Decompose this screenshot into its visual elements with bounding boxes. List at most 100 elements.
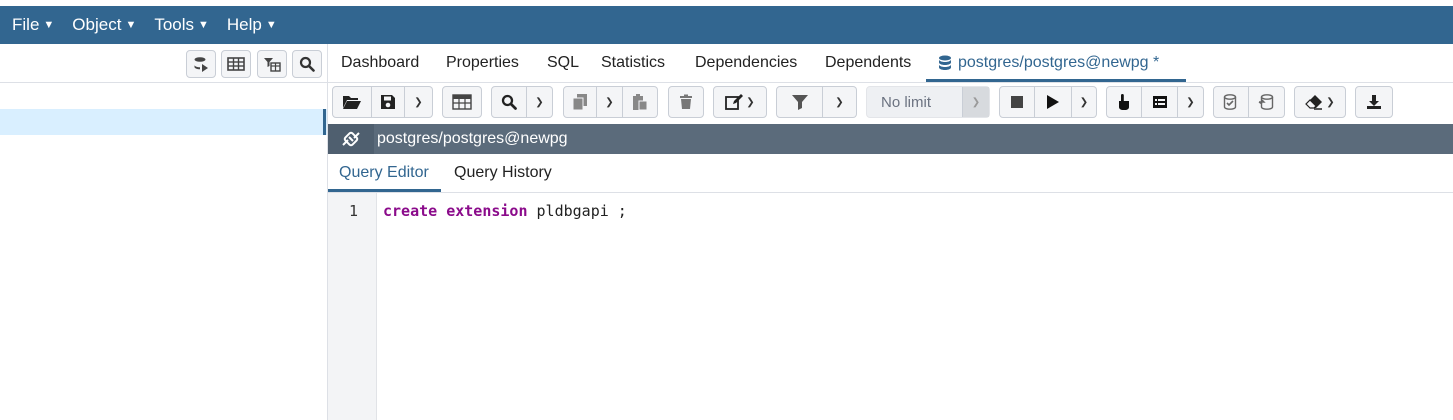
database-commit-icon	[1223, 94, 1237, 110]
connection-status[interactable]	[328, 124, 374, 154]
database-rollback-icon	[1258, 94, 1273, 110]
menu-file-label: File	[12, 15, 40, 34]
menu-object[interactable]: Object ▼	[72, 15, 136, 35]
browser-toolbar	[0, 44, 327, 83]
chevron-down-icon: ▼	[198, 19, 209, 31]
play-icon	[1047, 95, 1059, 109]
chevron-down-icon: ❯	[835, 96, 844, 108]
tab-query-history[interactable]: Query History	[454, 164, 552, 182]
eraser-icon	[1305, 95, 1323, 110]
line-number: 1	[348, 202, 358, 220]
chevron-down-icon: ❯	[746, 96, 755, 108]
chevron-down-icon: ❯	[1326, 96, 1335, 108]
menu-help-label: Help	[226, 15, 262, 34]
edit-data-button[interactable]	[442, 86, 482, 118]
query-toolbar: ❯ ❯ ❯ ❯ ❯ No limit ❯ ❯ ❯ ❯	[328, 82, 1453, 122]
tab-properties[interactable]: Properties	[446, 54, 519, 72]
stop-icon	[1011, 96, 1023, 108]
sql-text: pldbgapi ;	[527, 202, 627, 220]
row-limit-value: No limit	[881, 94, 932, 111]
execute-options-dropdown[interactable]: ❯	[1072, 86, 1097, 118]
find-button[interactable]	[491, 86, 527, 118]
connection-label: postgres/postgres@newpg	[377, 130, 568, 147]
tab-dashboard[interactable]: Dashboard	[341, 54, 419, 72]
tab-sql[interactable]: SQL	[547, 54, 579, 72]
sql-keyword: extension	[446, 202, 528, 220]
menu-help[interactable]: Help ▼	[227, 15, 277, 35]
trash-icon	[680, 94, 692, 109]
sql-editor[interactable]: 1 create extension pldbgapi ;	[328, 193, 1453, 420]
edit-icon	[725, 94, 744, 110]
editor-subtabs: Query Editor Query History	[328, 154, 1453, 193]
tab-query-editor[interactable]: Query Editor	[339, 164, 429, 182]
search-icon	[299, 56, 315, 72]
table-edit-icon	[452, 94, 472, 110]
chevron-down-icon: ❯	[605, 96, 614, 108]
query-tool-button[interactable]	[186, 50, 216, 78]
database-icon	[194, 57, 208, 72]
code-line[interactable]: create extension pldbgapi ;	[383, 202, 627, 220]
save-icon	[381, 95, 395, 109]
chevron-down-icon: ▼	[125, 19, 137, 31]
folder-open-icon	[343, 96, 361, 109]
copy-icon	[572, 94, 587, 111]
tab-query-tool[interactable]: postgres/postgres@newpg *	[938, 54, 1159, 72]
database-icon	[939, 55, 951, 70]
save-file-button[interactable]	[372, 86, 405, 118]
tab-query-tool-label: postgres/postgres@newpg *	[958, 54, 1160, 71]
search-icon	[501, 94, 517, 110]
view-data-button[interactable]	[221, 50, 251, 78]
save-options-dropdown[interactable]: ❯	[405, 86, 433, 118]
chevron-down-icon: ❯	[535, 96, 544, 108]
row-limit-dropdown[interactable]: ❯	[962, 87, 989, 117]
copy-button[interactable]	[563, 86, 597, 118]
active-subtab-underline	[328, 189, 441, 192]
download-icon	[1367, 95, 1381, 109]
menu-object-label: Object	[72, 15, 122, 34]
list-icon	[1152, 96, 1167, 108]
paste-icon	[633, 94, 648, 111]
explain-analyze-button[interactable]	[1142, 86, 1178, 118]
chevron-down-icon: ❯	[971, 96, 981, 108]
table-icon	[227, 57, 245, 71]
row-limit-select[interactable]: No limit ❯	[866, 86, 990, 118]
edit-options-button[interactable]: ❯	[713, 86, 767, 118]
delete-button[interactable]	[668, 86, 704, 118]
copy-options-dropdown[interactable]: ❯	[597, 86, 623, 118]
filter-options-dropdown[interactable]: ❯	[823, 86, 857, 118]
download-button[interactable]	[1355, 86, 1393, 118]
clear-button[interactable]: ❯	[1294, 86, 1346, 118]
chevron-down-icon: ▼	[43, 19, 55, 31]
tab-statistics[interactable]: Statistics	[601, 54, 665, 72]
tree-selected-row[interactable]	[0, 109, 327, 135]
sql-keyword: create	[383, 202, 438, 220]
panel-splitter[interactable]	[323, 109, 326, 135]
menu-tools-label: Tools	[154, 15, 195, 34]
chevron-down-icon: ❯	[1186, 96, 1195, 108]
explain-options-dropdown[interactable]: ❯	[1178, 86, 1204, 118]
explain-button[interactable]	[1106, 86, 1142, 118]
line-gutter: 1	[328, 193, 377, 420]
browser-panel	[0, 44, 328, 420]
paste-button[interactable]	[623, 86, 658, 118]
tab-dependents[interactable]: Dependents	[825, 54, 911, 72]
cancel-query-button[interactable]	[999, 86, 1035, 118]
execute-button[interactable]	[1035, 86, 1072, 118]
search-objects-button[interactable]	[292, 50, 322, 78]
chevron-down-icon: ▼	[265, 19, 277, 31]
pointer-hand-icon	[1119, 94, 1129, 110]
menu-tools[interactable]: Tools ▼	[154, 15, 209, 35]
chevron-down-icon: ❯	[414, 96, 423, 108]
menu-file[interactable]: File ▼	[12, 15, 54, 35]
commit-button[interactable]	[1213, 86, 1249, 118]
tab-dependencies[interactable]: Dependencies	[695, 54, 797, 72]
plug-connected-icon	[342, 131, 360, 147]
filter-button[interactable]	[776, 86, 823, 118]
open-file-button[interactable]	[332, 86, 372, 118]
rollback-button[interactable]	[1249, 86, 1285, 118]
filtered-rows-button[interactable]	[257, 50, 287, 78]
find-options-dropdown[interactable]: ❯	[527, 86, 553, 118]
menu-bar: File ▼ Object ▼ Tools ▼ Help ▼	[0, 6, 1453, 44]
filter-table-icon	[264, 57, 281, 72]
main-tabs: Dashboard Properties SQL Statistics Depe…	[328, 44, 1453, 83]
